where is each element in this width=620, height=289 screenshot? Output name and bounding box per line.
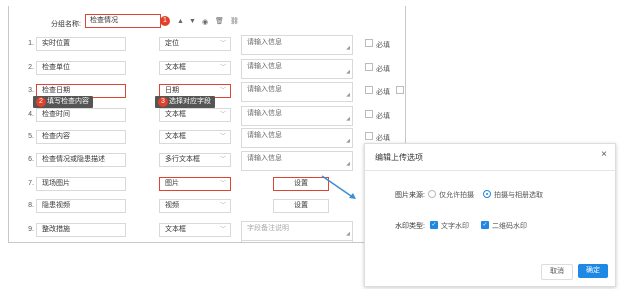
confirm-button[interactable]: 确定 [578, 264, 608, 278]
radio-camera-label: 仅允许拍摄 [439, 192, 474, 199]
upload-options-dialog: 编辑上传选项 × 图片来源: 仅允许拍摄 拍摄与相册选取 水印类型: ✓ 文字水… [364, 143, 616, 287]
checkbox-text-watermark[interactable]: ✓ [430, 221, 438, 229]
text-watermark-label: 文字水印 [441, 223, 469, 230]
dialog-divider [365, 170, 615, 171]
radio-camera-only[interactable] [428, 190, 436, 198]
close-icon[interactable]: × [601, 149, 607, 160]
watermark-label: 水印类型: [395, 223, 425, 230]
radio-album-label: 拍摄与相册选取 [494, 192, 543, 199]
dialog-title: 编辑上传选项 [375, 153, 423, 162]
checkbox-qr-watermark[interactable]: ✓ [481, 221, 489, 229]
cancel-button[interactable]: 取消 [541, 264, 573, 280]
source-label: 图片来源: [395, 192, 425, 199]
radio-camera-album[interactable] [483, 190, 491, 198]
qr-watermark-label: 二维码水印 [492, 223, 527, 230]
